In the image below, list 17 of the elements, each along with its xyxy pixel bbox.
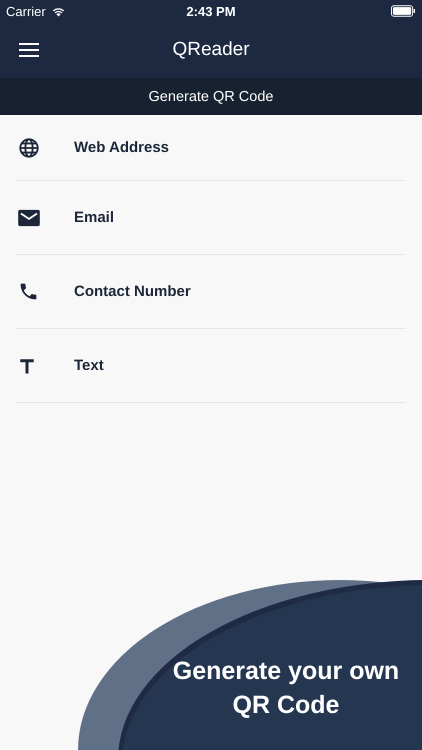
globe-icon (18, 136, 40, 158)
banner-text: Generate your own (172, 656, 400, 687)
app-title: QReader (172, 39, 250, 61)
menu-icon[interactable] (19, 42, 39, 58)
battery-icon (391, 5, 416, 17)
envelope-icon (18, 208, 40, 226)
list-item[interactable]: Text (16, 329, 406, 403)
list-item[interactable]: Email (16, 181, 406, 255)
carrier-name: Carrier (6, 4, 46, 18)
wifi-icon (50, 6, 66, 16)
list-item[interactable]: Web Address (16, 115, 406, 181)
phone-icon (18, 281, 39, 302)
section-title: Generate QR Code (148, 88, 274, 104)
banner-text: QR Code (232, 690, 340, 721)
status-time: 2:43 PM (186, 4, 236, 18)
list-item[interactable]: Contact Number (16, 255, 406, 329)
text-format-icon (18, 356, 36, 374)
